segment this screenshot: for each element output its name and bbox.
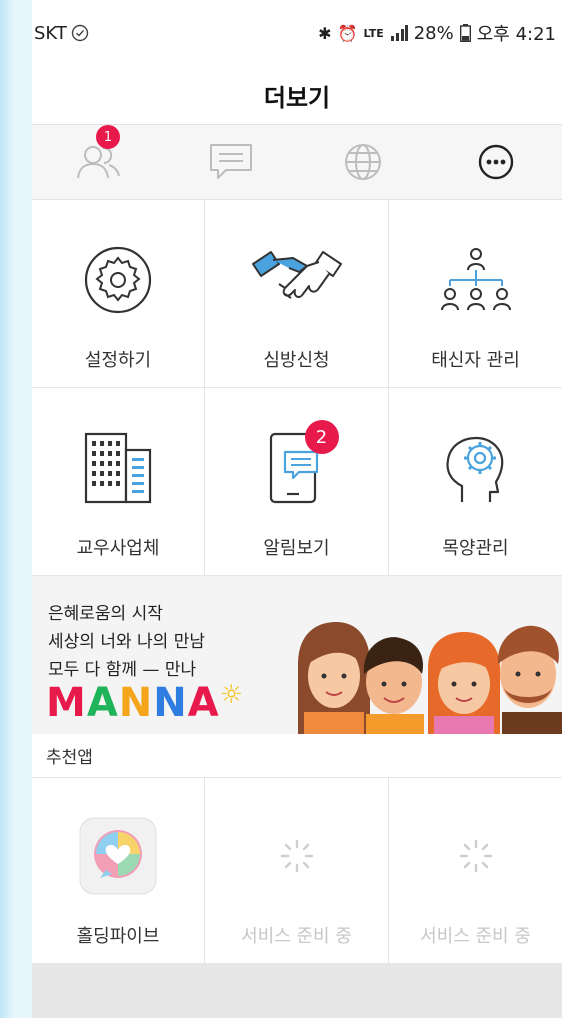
- battery-icon: [459, 24, 471, 42]
- people-icon: [77, 146, 121, 179]
- logo-letter: M: [46, 680, 87, 726]
- logo-letter: A: [86, 680, 119, 726]
- globe-icon: [345, 144, 382, 180]
- app-placeholder: 서비스 준비 중: [205, 778, 389, 964]
- carrier-label: SKT: [34, 22, 67, 44]
- logo-letter: A: [187, 680, 220, 726]
- recommended-apps: 홀딩파이브 서비스 준비 중 서비스 준비 중: [32, 778, 562, 964]
- tab-more[interactable]: [430, 125, 562, 199]
- app-label: 홀딩파이브: [76, 926, 160, 947]
- menu-row-1: 설정하기 심방신청 태신자 관리: [32, 200, 562, 388]
- app-holding-five[interactable]: 홀딩파이브: [32, 778, 205, 964]
- head-gear-icon: [445, 436, 503, 502]
- sun-icon: ☼: [219, 680, 245, 710]
- bottom-bar: [32, 964, 562, 1018]
- manna-logo: MANNA☼: [46, 680, 244, 726]
- check-circle-icon: [71, 24, 89, 42]
- menu-label: 태신자 관리: [431, 350, 520, 371]
- battery-percent: 28%: [413, 22, 454, 44]
- icon-wrap: [456, 816, 496, 896]
- manna-banner[interactable]: 은혜로움의 시작 세상의 너와 나의 만남 모두 다 함께 — 만나 MANNA…: [32, 576, 562, 734]
- clock: 오후 4:21: [476, 24, 556, 45]
- chat-icon: [209, 144, 252, 179]
- holding-five-app-icon: [79, 817, 157, 895]
- banner-text: 은혜로움의 시작 세상의 너와 나의 만남 모두 다 함께 — 만나: [48, 600, 205, 684]
- tab-globe[interactable]: [297, 125, 430, 199]
- org-chart-icon: [440, 248, 511, 311]
- signal-icon: [390, 25, 408, 41]
- more-icon: [478, 144, 513, 180]
- menu-label: 알림보기: [263, 538, 330, 559]
- icon-wrap: [82, 428, 154, 508]
- menu-label: 설정하기: [84, 350, 152, 371]
- loading-spinner-icon: [280, 839, 313, 873]
- app-label: 서비스 준비 중: [241, 926, 352, 947]
- loading-spinner-icon: [459, 839, 492, 873]
- logo-letter: N: [153, 680, 188, 726]
- network-label: LTE: [363, 26, 384, 40]
- person-4: [497, 625, 562, 734]
- icon-wrap: [436, 240, 516, 320]
- section-title: 추천앱: [32, 734, 562, 778]
- menu-visit-request[interactable]: 심방신청: [205, 200, 389, 388]
- alarm-icon: ⏰: [337, 23, 358, 43]
- tab-chat[interactable]: [165, 125, 298, 199]
- icon-wrap: [82, 240, 154, 320]
- screen: SKT ✱ ⏰ LTE 28% 오후 4:21 더보기 1 설정하기 심방신청 …: [32, 0, 562, 1018]
- icon-wrap: 2: [267, 420, 339, 508]
- icon-wrap: [78, 816, 158, 896]
- person-2: [363, 637, 424, 734]
- handshake-icon: [251, 251, 342, 299]
- page-title: 더보기: [263, 83, 331, 112]
- menu-settings[interactable]: 설정하기: [32, 200, 205, 388]
- menu-label: 교우사업체: [76, 538, 160, 559]
- banner-line: 세상의 너와 나의 만남: [48, 632, 205, 652]
- menu-notifications[interactable]: 2 알림보기: [205, 388, 389, 576]
- gear-icon: [84, 246, 152, 314]
- people-illustration: [298, 622, 562, 734]
- notification-badge: 2: [304, 420, 339, 454]
- icon-wrap: [277, 816, 317, 896]
- person-3: [428, 632, 500, 734]
- app-placeholder: 서비스 준비 중: [389, 778, 562, 964]
- status-bar: SKT ✱ ⏰ LTE 28% 오후 4:21: [32, 0, 562, 66]
- app-label: 서비스 준비 중: [420, 926, 531, 947]
- tab-bar: 1: [32, 124, 562, 200]
- notification-badge: 1: [96, 125, 120, 149]
- status-left: SKT: [34, 23, 89, 44]
- menu-label: 심방신청: [263, 350, 330, 371]
- banner-line: 은혜로움의 시작: [48, 604, 163, 624]
- logo-letter: N: [118, 680, 154, 726]
- icon-wrap: [440, 428, 512, 508]
- bluetooth-icon: ✱: [318, 23, 332, 43]
- menu-member-business[interactable]: 교우사업체: [32, 388, 205, 576]
- building-icon: [84, 432, 152, 504]
- status-right: ✱ ⏰ LTE 28% 오후 4:21: [318, 20, 556, 46]
- tab-people[interactable]: 1: [32, 125, 165, 199]
- icon-wrap: [249, 240, 345, 320]
- person-1: [298, 622, 370, 734]
- menu-pastoral-care[interactable]: 목양관리: [389, 388, 562, 576]
- menu-row-2: 교우사업체 2 알림보기 목양관리: [32, 388, 562, 576]
- menu-label: 목양관리: [442, 538, 509, 559]
- menu-prospect-management[interactable]: 태신자 관리: [389, 200, 562, 388]
